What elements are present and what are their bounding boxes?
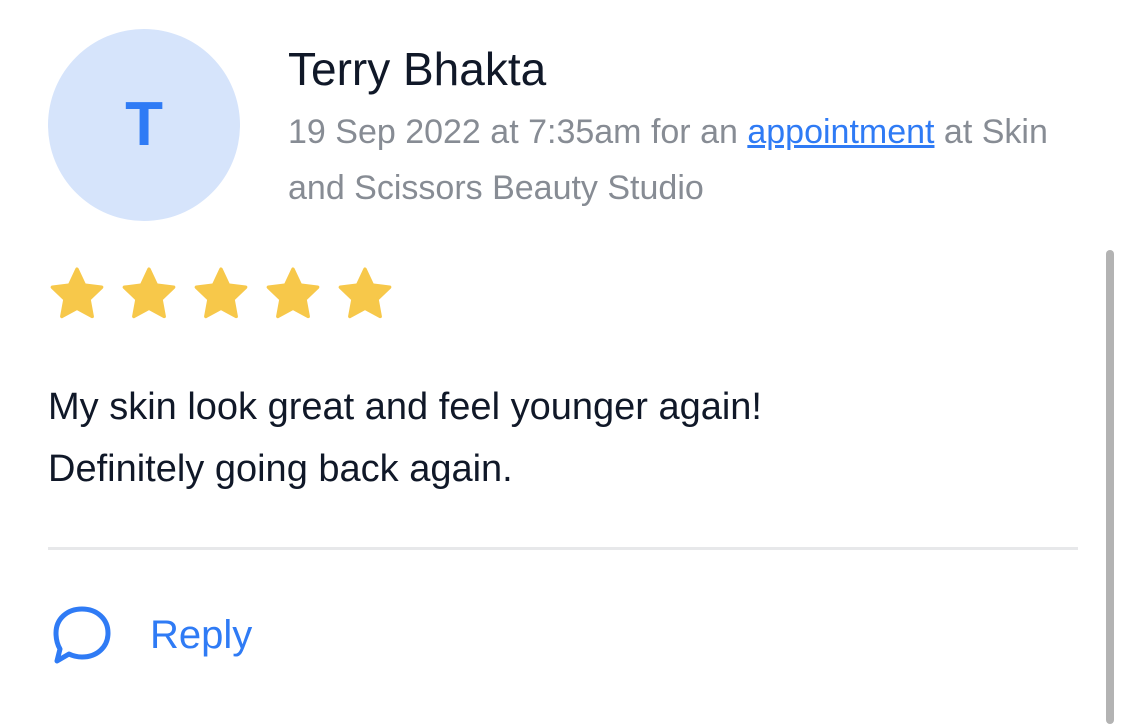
review-date: 19 Sep 2022 at 7:35am for an: [288, 113, 748, 151]
review-meta: 19 Sep 2022 at 7:35am for an appointment…: [288, 104, 1088, 216]
reply-label: Reply: [150, 613, 253, 657]
star-icon: [264, 266, 322, 322]
speech-bubble-icon: [50, 603, 114, 667]
appointment-link[interactable]: appointment: [747, 113, 934, 151]
avatar-initial: T: [125, 90, 163, 159]
reviewer-name: Terry Bhakta: [288, 43, 547, 95]
review-text-line: My skin look great and feel younger agai…: [48, 386, 762, 428]
star-icon: [120, 266, 178, 322]
divider: [48, 547, 1078, 550]
review-text: My skin look great and feel younger agai…: [48, 376, 1048, 500]
star-icon: [192, 266, 250, 322]
scrollbar[interactable]: [1106, 250, 1114, 724]
reply-button[interactable]: Reply: [50, 600, 252, 670]
review-card: T Terry Bhakta 19 Sep 2022 at 7:35am for…: [0, 0, 1125, 724]
avatar: T: [48, 29, 240, 221]
review-text-line: Definitely going back again.: [48, 448, 513, 490]
star-rating: [48, 266, 394, 322]
star-icon: [48, 266, 106, 322]
star-icon: [336, 266, 394, 322]
